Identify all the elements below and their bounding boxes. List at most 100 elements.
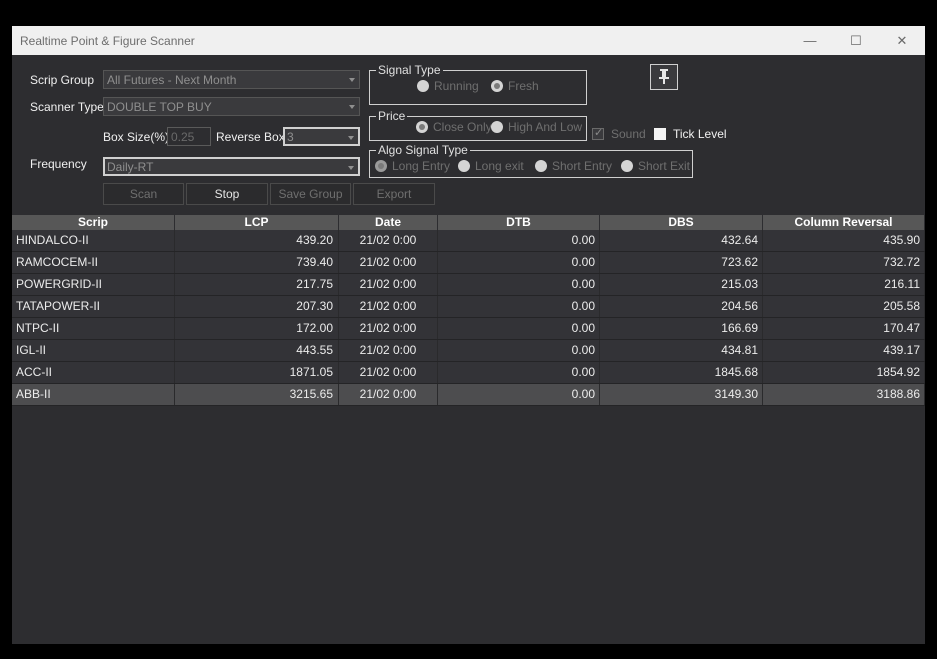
dbs-cell[interactable]: 723.62 [600, 252, 763, 273]
algo-short-exit-radio[interactable]: Short Exit [621, 159, 690, 173]
signal-running-radio[interactable]: Running [417, 79, 479, 93]
price-high-low-radio[interactable]: High And Low [491, 120, 582, 134]
date-cell[interactable]: 21/02 0:00 [339, 252, 438, 273]
dbs-cell[interactable]: 204.56 [600, 296, 763, 317]
scrip-cell[interactable]: RAMCOCEM-II [12, 252, 175, 273]
scrip-cell[interactable]: POWERGRID-II [12, 274, 175, 295]
chevron-down-icon [348, 136, 354, 140]
radio-icon [458, 160, 470, 172]
column-reversal-cell[interactable]: 435.90 [763, 230, 925, 251]
table-row[interactable]: ABB-II 3215.65 21/02 0:00 0.00 3149.30 3188.8… [12, 384, 925, 406]
lcp-cell[interactable]: 172.00 [175, 318, 339, 339]
save-group-button[interactable]: Save Group [270, 183, 351, 205]
scrip-cell[interactable]: ACC-II [12, 362, 175, 383]
column-reversal-cell[interactable]: 205.58 [763, 296, 925, 317]
dtb-cell[interactable]: 0.00 [438, 362, 600, 383]
column-header-date[interactable]: Date [339, 215, 438, 230]
algo-short-entry-radio[interactable]: Short Entry [535, 159, 612, 173]
dtb-cell[interactable]: 0.00 [438, 318, 600, 339]
lcp-cell[interactable]: 1871.05 [175, 362, 339, 383]
scrip-cell[interactable]: TATAPOWER-II [12, 296, 175, 317]
signal-type-title: Signal Type [376, 63, 443, 77]
sound-label: Sound [611, 127, 646, 141]
results-table[interactable]: Scrip LCP Date DTB DBS Column Reversal H… [12, 215, 925, 406]
table-row[interactable]: TATAPOWER-II 207.30 21/02 0:00 0.00 204.56 20… [12, 296, 925, 318]
chevron-down-icon [348, 166, 354, 170]
scrip-group-dropdown[interactable]: All Futures - Next Month [103, 70, 360, 89]
lcp-cell[interactable]: 439.20 [175, 230, 339, 251]
column-reversal-cell[interactable]: 216.11 [763, 274, 925, 295]
stop-button[interactable]: Stop [186, 183, 268, 205]
column-header-scrip[interactable]: Scrip [12, 215, 175, 230]
table-row[interactable]: ACC-II 1871.05 21/02 0:00 0.00 1845.68 1854.9… [12, 362, 925, 384]
lcp-cell[interactable]: 207.30 [175, 296, 339, 317]
algo-long-exit-radio[interactable]: Long exit [458, 159, 524, 173]
title-bar[interactable]: Realtime Point & Figure Scanner — ☐ ✕ [12, 26, 925, 55]
date-cell[interactable]: 21/02 0:00 [339, 340, 438, 361]
lcp-cell[interactable]: 443.55 [175, 340, 339, 361]
scan-button[interactable]: Scan [103, 183, 184, 205]
table-body: HINDALCO-II 439.20 21/02 0:00 0.00 432.64 435… [12, 230, 925, 406]
date-cell[interactable]: 21/02 0:00 [339, 384, 438, 405]
price-close-only-radio[interactable]: Close Only [416, 120, 492, 134]
radio-icon [621, 160, 633, 172]
algo-long-entry-radio[interactable]: Long Entry [375, 159, 450, 173]
column-header-dbs[interactable]: DBS [600, 215, 763, 230]
column-reversal-cell[interactable]: 439.17 [763, 340, 925, 361]
dtb-cell[interactable]: 0.00 [438, 230, 600, 251]
box-size-input[interactable]: 0.25 [167, 127, 211, 146]
radio-selected-icon [375, 160, 387, 172]
table-row[interactable]: POWERGRID-II 217.75 21/02 0:00 0.00 215.03 21… [12, 274, 925, 296]
dtb-cell[interactable]: 0.00 [438, 252, 600, 273]
column-header-column-reversal[interactable]: Column Reversal [763, 215, 925, 230]
column-reversal-cell[interactable]: 170.47 [763, 318, 925, 339]
table-row[interactable]: NTPC-II 172.00 21/02 0:00 0.00 166.69 170.47 [12, 318, 925, 340]
column-header-lcp[interactable]: LCP [175, 215, 339, 230]
export-button[interactable]: Export [353, 183, 435, 205]
column-reversal-cell[interactable]: 3188.86 [763, 384, 925, 405]
lcp-cell[interactable]: 739.40 [175, 252, 339, 273]
dtb-cell[interactable]: 0.00 [438, 340, 600, 361]
dtb-cell[interactable]: 0.00 [438, 274, 600, 295]
close-button[interactable]: ✕ [879, 26, 925, 55]
lcp-cell[interactable]: 3215.65 [175, 384, 339, 405]
scrip-cell[interactable]: HINDALCO-II [12, 230, 175, 251]
minimize-button[interactable]: — [787, 26, 833, 55]
frequency-dropdown[interactable]: Daily-RT [103, 157, 360, 176]
dbs-cell[interactable]: 432.64 [600, 230, 763, 251]
table-row[interactable]: RAMCOCEM-II 739.40 21/02 0:00 0.00 723.62 732… [12, 252, 925, 274]
date-cell[interactable]: 21/02 0:00 [339, 230, 438, 251]
table-row[interactable]: IGL-II 443.55 21/02 0:00 0.00 434.81 439.17 [12, 340, 925, 362]
column-reversal-cell[interactable]: 732.72 [763, 252, 925, 273]
date-cell[interactable]: 21/02 0:00 [339, 296, 438, 317]
dtb-cell[interactable]: 0.00 [438, 296, 600, 317]
date-cell[interactable]: 21/02 0:00 [339, 362, 438, 383]
maximize-button[interactable]: ☐ [833, 26, 879, 55]
table-row[interactable]: HINDALCO-II 439.20 21/02 0:00 0.00 432.64 435… [12, 230, 925, 252]
signal-fresh-radio[interactable]: Fresh [491, 79, 539, 93]
tick-level-checkbox[interactable]: Tick Level [654, 127, 727, 141]
dbs-cell[interactable]: 1845.68 [600, 362, 763, 383]
date-cell[interactable]: 21/02 0:00 [339, 318, 438, 339]
scanner-type-dropdown[interactable]: DOUBLE TOP BUY [103, 97, 360, 116]
pin-button[interactable] [650, 64, 678, 90]
scanner-type-value: DOUBLE TOP BUY [107, 100, 212, 114]
sound-checkbox[interactable]: ✓ Sound [592, 127, 646, 141]
dbs-cell[interactable]: 3149.30 [600, 384, 763, 405]
dtb-cell[interactable]: 0.00 [438, 384, 600, 405]
reverse-box-dropdown[interactable]: 3 [283, 127, 360, 146]
column-reversal-cell[interactable]: 1854.92 [763, 362, 925, 383]
algo-signal-type-title: Algo Signal Type [376, 143, 470, 157]
dbs-cell[interactable]: 166.69 [600, 318, 763, 339]
dbs-cell[interactable]: 434.81 [600, 340, 763, 361]
algo-short-exit-label: Short Exit [638, 159, 691, 173]
algo-long-exit-label: Long exit [475, 159, 524, 173]
checkbox-checked-icon: ✓ [592, 127, 604, 140]
lcp-cell[interactable]: 217.75 [175, 274, 339, 295]
column-header-dtb[interactable]: DTB [438, 215, 600, 230]
date-cell[interactable]: 21/02 0:00 [339, 274, 438, 295]
scrip-cell[interactable]: NTPC-II [12, 318, 175, 339]
scrip-cell[interactable]: ABB-II [12, 384, 175, 405]
dbs-cell[interactable]: 215.03 [600, 274, 763, 295]
scrip-cell[interactable]: IGL-II [12, 340, 175, 361]
